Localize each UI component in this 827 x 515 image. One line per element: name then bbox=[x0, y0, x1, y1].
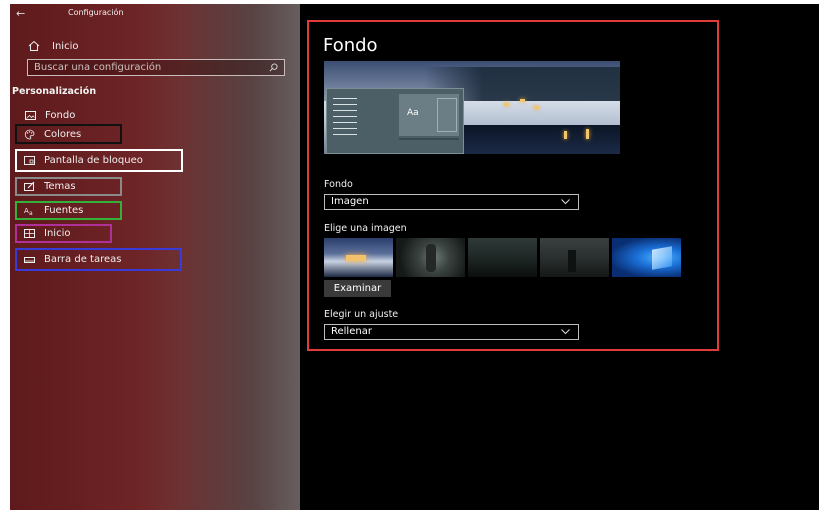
search-icon bbox=[269, 63, 278, 72]
search-placeholder: Buscar una configuración bbox=[34, 62, 162, 73]
home-label: Inicio bbox=[52, 40, 79, 52]
thumbnail-misty-figure[interactable] bbox=[540, 238, 609, 277]
sidebar-item-colores[interactable]: Colores bbox=[15, 124, 122, 144]
sidebar-item-label: Colores bbox=[44, 128, 82, 140]
choose-image-label: Elige una imagen bbox=[324, 223, 407, 234]
sidebar-item-label: Inicio bbox=[44, 228, 71, 239]
thumbnail-winter-cabin[interactable] bbox=[324, 238, 393, 277]
preview-sample-text: Aa bbox=[407, 108, 419, 118]
home-link[interactable]: Inicio bbox=[28, 38, 78, 54]
palette-icon bbox=[24, 129, 35, 139]
sidebar-item-inicio[interactable]: Inicio bbox=[15, 224, 112, 243]
preview-window-mock: Aa bbox=[326, 88, 464, 154]
sidebar: ← Configuración Inicio Buscar una config… bbox=[10, 4, 300, 510]
page-title: Fondo bbox=[323, 35, 378, 56]
sidebar-item-label: Fuentes bbox=[44, 205, 84, 216]
search-input[interactable]: Buscar una configuración bbox=[27, 59, 285, 76]
sidebar-item-fuentes[interactable]: Aa Fuentes bbox=[15, 201, 122, 220]
sidebar-item-label: Barra de tareas bbox=[44, 254, 122, 265]
background-preview: Aa bbox=[324, 61, 620, 154]
browse-button[interactable]: Examinar bbox=[324, 280, 391, 297]
background-settings-panel: Fondo Aa Fondo Imagen Elige una imagen E… bbox=[307, 20, 719, 351]
home-icon bbox=[28, 40, 40, 51]
thumbnail-dark-forest[interactable] bbox=[468, 238, 537, 277]
thumbnail-warrior[interactable] bbox=[396, 238, 465, 277]
sidebar-item-label: Pantalla de bloqueo bbox=[44, 155, 143, 166]
sidebar-item-barra-de-tareas[interactable]: Barra de tareas bbox=[15, 248, 182, 271]
fit-dropdown[interactable]: Rellenar bbox=[324, 324, 579, 340]
section-label: Personalización bbox=[12, 86, 97, 97]
app-title: Configuración bbox=[68, 8, 124, 17]
picture-icon bbox=[25, 111, 36, 120]
chevron-down-icon bbox=[561, 199, 570, 205]
background-label: Fondo bbox=[324, 179, 353, 190]
image-thumbnails bbox=[324, 238, 681, 277]
taskbar-icon bbox=[24, 257, 35, 263]
background-type-value: Imagen bbox=[331, 196, 369, 207]
sidebar-item-pantalla-de-bloqueo[interactable]: Pantalla de bloqueo bbox=[15, 149, 183, 172]
font-icon: Aa bbox=[24, 207, 33, 216]
brush-icon bbox=[24, 181, 35, 191]
sidebar-item-temas[interactable]: Temas bbox=[15, 177, 122, 196]
thumbnail-windows-logo[interactable] bbox=[612, 238, 681, 277]
background-type-dropdown[interactable]: Imagen bbox=[324, 194, 579, 210]
back-button[interactable]: ← bbox=[16, 7, 34, 21]
fit-label: Elegir un ajuste bbox=[324, 309, 399, 320]
start-icon bbox=[24, 229, 35, 238]
chevron-down-icon bbox=[561, 329, 570, 335]
sidebar-item-label: Fondo bbox=[45, 110, 76, 121]
sidebar-item-fondo[interactable]: Fondo bbox=[18, 106, 138, 125]
lock-screen-icon bbox=[24, 156, 35, 165]
svg-text:a: a bbox=[29, 210, 33, 216]
fit-value: Rellenar bbox=[331, 326, 372, 337]
sidebar-item-label: Temas bbox=[44, 181, 76, 192]
settings-window: ← Configuración Inicio Buscar una config… bbox=[10, 4, 819, 510]
